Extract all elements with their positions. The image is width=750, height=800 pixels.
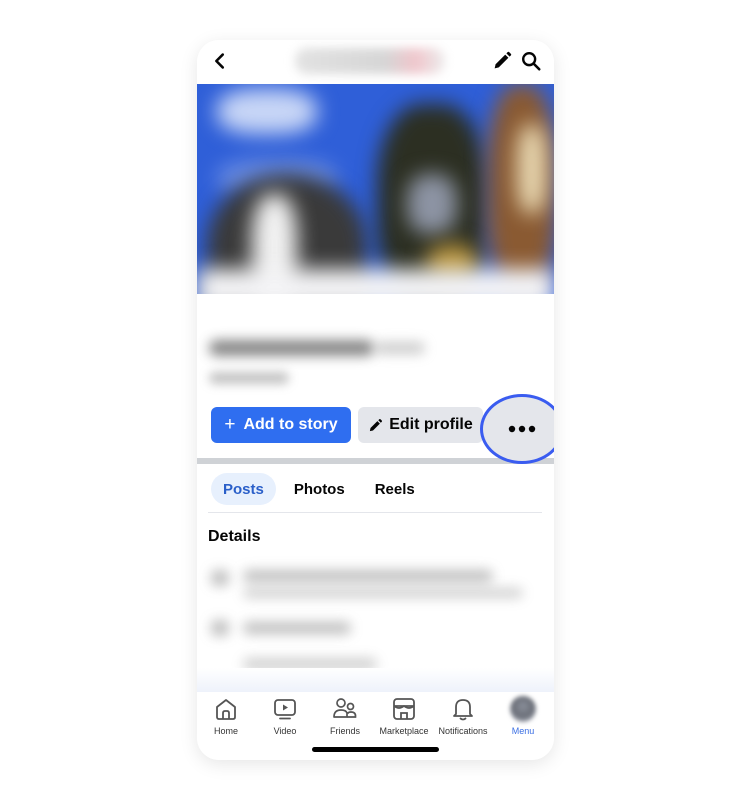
nav-friends[interactable]: Friends: [314, 696, 376, 736]
profile-name-blurred: [209, 340, 374, 356]
nav-home-label: Home: [213, 726, 238, 736]
add-to-story-button[interactable]: + Add to story: [211, 407, 351, 443]
details-heading: Details: [208, 528, 261, 545]
tabs-divider: [208, 512, 542, 513]
detail-line-blurred: [243, 588, 523, 598]
avatar: [510, 696, 536, 722]
profile-info: [197, 294, 554, 394]
cover-photo[interactable]: [197, 84, 554, 294]
friends-icon: [333, 698, 357, 718]
nav-home[interactable]: Home: [197, 696, 257, 736]
video-icon: [274, 699, 296, 720]
profile-subtitle-blurred: [209, 372, 289, 384]
detail-icon-blurred: [211, 620, 229, 636]
nav-menu-label: Menu: [511, 726, 535, 736]
detail-line-blurred: [243, 622, 351, 634]
detail-icon-blurred: [211, 570, 229, 586]
pencil-icon: [370, 418, 383, 431]
more-horizontal-icon: [508, 425, 536, 433]
tab-reels[interactable]: Reels: [363, 473, 427, 505]
tab-photos[interactable]: Photos: [282, 473, 357, 505]
add-to-story-label: Add to story: [243, 416, 338, 433]
nav-marketplace-label: Marketplace: [379, 726, 429, 736]
nav-marketplace[interactable]: Marketplace: [373, 696, 435, 736]
chevron-left-icon[interactable]: [209, 50, 231, 72]
detail-line-blurred: [243, 570, 493, 582]
plus-icon: +: [224, 414, 236, 435]
phone-screen: + Add to story Edit profile Posts Photos…: [197, 40, 554, 760]
tab-posts[interactable]: Posts: [211, 473, 276, 505]
profile-name-suffix-blurred: [375, 342, 425, 354]
profile-tabs: Posts Photos Reels: [211, 473, 433, 505]
nav-notifications[interactable]: Notifications: [432, 696, 494, 736]
edit-profile-button[interactable]: Edit profile: [358, 407, 483, 443]
nav-menu[interactable]: Menu: [492, 696, 554, 736]
home-icon: [216, 699, 236, 720]
search-icon[interactable]: [520, 50, 542, 72]
marketplace-icon: [393, 698, 415, 720]
home-indicator[interactable]: [312, 747, 439, 752]
bottom-navigation: Home Video Friends Marketplace Notificat…: [197, 692, 554, 760]
pencil-icon[interactable]: [491, 50, 513, 72]
nav-video[interactable]: Video: [254, 696, 316, 736]
profile-title-blurred: [295, 48, 445, 74]
nav-friends-label: Friends: [329, 726, 360, 736]
nav-notifications-label: Notifications: [438, 726, 488, 736]
top-bar: [197, 40, 554, 84]
nav-video-label: Video: [273, 726, 297, 736]
bell-icon: [453, 699, 473, 721]
edit-profile-label: Edit profile: [389, 416, 473, 433]
more-options-button[interactable]: [480, 394, 554, 464]
content-fade: [197, 668, 554, 692]
